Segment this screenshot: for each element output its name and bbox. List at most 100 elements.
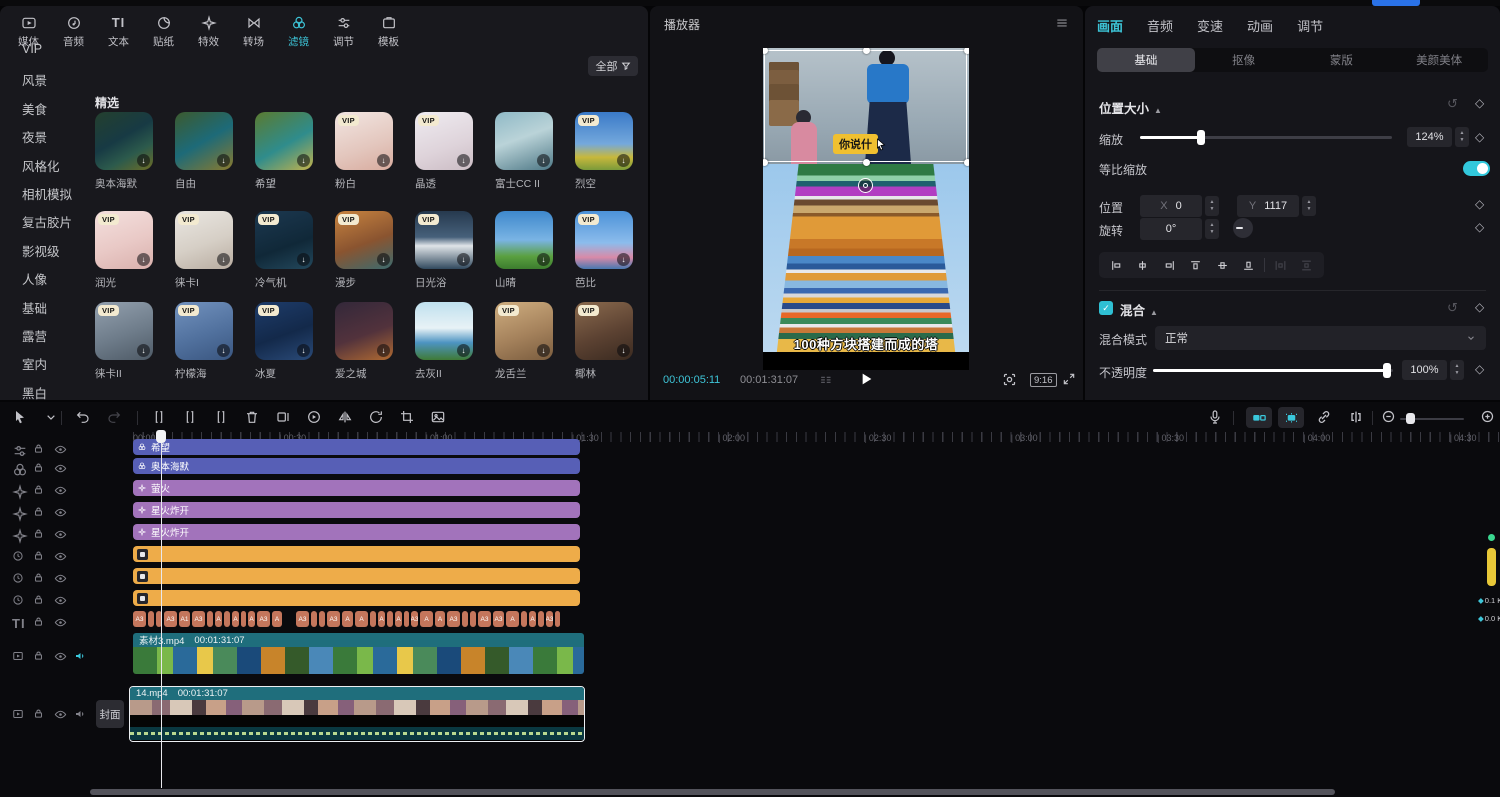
- scale-value[interactable]: 124%: [1407, 127, 1452, 147]
- rotate-tool-icon[interactable]: [368, 409, 384, 425]
- rotate-keyframe-icon[interactable]: ◇: [1475, 220, 1484, 234]
- cursor-tool-icon[interactable]: [12, 409, 28, 425]
- split-tool-icon[interactable]: [213, 409, 229, 425]
- opacity-keyframe-icon[interactable]: ◇: [1475, 362, 1484, 376]
- align-left-icon[interactable]: [1103, 259, 1130, 272]
- selection-handle[interactable]: [964, 159, 969, 166]
- timeline-zoom-knob[interactable]: [1406, 413, 1415, 424]
- track-8-lock-icon[interactable]: [33, 594, 44, 605]
- tab-3[interactable]: 变速: [1197, 16, 1223, 35]
- scale-keyframe-icon[interactable]: ◇: [1475, 130, 1484, 144]
- matting-tool-icon[interactable]: [430, 409, 446, 425]
- text-clip-chip[interactable]: A3: [493, 611, 504, 627]
- split-tool-icon[interactable]: [182, 409, 198, 425]
- blend-mode-dropdown[interactable]: 正常: [1155, 326, 1486, 350]
- text-clip-chip[interactable]: A3: [327, 611, 340, 627]
- text-clip-chip[interactable]: [370, 611, 376, 627]
- align-top-icon[interactable]: [1183, 259, 1210, 272]
- selection-handle[interactable]: [863, 159, 870, 166]
- aspect-ratio-button[interactable]: 9:16: [1030, 373, 1057, 387]
- track-11-speaker-icon[interactable]: [74, 708, 86, 720]
- cover-button[interactable]: 封面: [96, 700, 124, 728]
- text-clip-chip[interactable]: [462, 611, 468, 627]
- track-5-eye-icon[interactable]: [54, 528, 67, 541]
- tab-2[interactable]: 音频: [1147, 16, 1173, 35]
- text-clip-chip[interactable]: A: [355, 611, 368, 627]
- blend-checkbox[interactable]: ✓: [1099, 301, 1113, 315]
- text-clip-chip[interactable]: [555, 611, 560, 627]
- category-4[interactable]: 夜景: [22, 127, 47, 146]
- playhead-line[interactable]: [161, 430, 162, 788]
- trash-tool-icon[interactable]: [244, 409, 260, 425]
- blend-reset-icon[interactable]: ↺: [1447, 300, 1458, 316]
- scale-stepper[interactable]: ▲▼: [1455, 127, 1469, 147]
- position-size-header[interactable]: 位置大小▲: [1099, 98, 1162, 118]
- subtab-2[interactable]: 抠像: [1195, 48, 1293, 72]
- freeze-tool-icon[interactable]: [275, 409, 291, 425]
- category-5[interactable]: 风格化: [22, 156, 60, 175]
- track-11-eye-icon[interactable]: [54, 708, 67, 721]
- text-clip-chip[interactable]: A3: [296, 611, 309, 627]
- text-clip-chip[interactable]: A: [272, 611, 282, 627]
- filter-card[interactable]: VIP↓晶透: [415, 112, 485, 191]
- filter-card[interactable]: ↓希望: [255, 112, 325, 191]
- subtab-3[interactable]: 蒙版: [1293, 48, 1391, 72]
- filter-card[interactable]: VIP↓冷气机: [255, 211, 325, 290]
- text-clip-chip[interactable]: A3: [192, 611, 205, 627]
- text-clip-chip[interactable]: [224, 611, 230, 627]
- selection-handle[interactable]: [863, 48, 870, 54]
- text-clip-chip[interactable]: A: [215, 611, 222, 627]
- position-x-field[interactable]: X0: [1140, 195, 1202, 217]
- track-4-lock-icon[interactable]: [33, 506, 44, 517]
- text-clip-chip[interactable]: A3: [478, 611, 491, 627]
- chevdown-tool-icon[interactable]: [43, 409, 59, 425]
- toolbar-item-template[interactable]: 模板: [366, 12, 411, 52]
- track-9-eye-icon[interactable]: [54, 616, 67, 629]
- text-clip-chip[interactable]: [387, 611, 393, 627]
- timeline-bar-奥本海默[interactable]: 奥本海默: [133, 458, 580, 474]
- toolbar-item-transition[interactable]: 转场: [231, 12, 276, 52]
- category-1[interactable]: VIP: [22, 42, 42, 56]
- track-4-eye-icon[interactable]: [54, 506, 67, 519]
- mirror-tool-icon[interactable]: [337, 409, 353, 425]
- timeline-bar-sticker[interactable]: [133, 546, 580, 562]
- link-clips-icon[interactable]: [1316, 409, 1332, 425]
- rotate-stepper[interactable]: ▲▼: [1205, 219, 1219, 239]
- category-13[interactable]: 黑白: [22, 383, 47, 400]
- align-right-icon[interactable]: [1156, 259, 1183, 272]
- category-6[interactable]: 相机模拟: [22, 184, 72, 203]
- track-7-lock-icon[interactable]: [33, 572, 44, 583]
- filter-card[interactable]: ↓山晴: [495, 211, 565, 290]
- tab-4[interactable]: 动画: [1247, 16, 1273, 35]
- timeline-bar-星火炸开[interactable]: 星火炸开: [133, 524, 580, 540]
- filter-card[interactable]: VIP↓柠檬海: [175, 302, 245, 381]
- category-8[interactable]: 影视级: [22, 241, 60, 260]
- play-button[interactable]: [858, 371, 874, 387]
- split-tool-icon[interactable]: [151, 409, 167, 425]
- timeline-bar-萤火[interactable]: 萤火: [133, 480, 580, 496]
- tab-5[interactable]: 调节: [1297, 16, 1323, 35]
- blend-header[interactable]: 混合▲: [1120, 300, 1158, 320]
- fit-focus-icon[interactable]: [1002, 372, 1017, 387]
- text-clip-chip[interactable]: A3: [133, 611, 146, 627]
- text-clip-chip[interactable]: [538, 611, 544, 627]
- text-clip-chip[interactable]: [521, 611, 527, 627]
- undo-tool-icon[interactable]: [75, 409, 91, 425]
- text-clip-chip[interactable]: A: [506, 611, 519, 627]
- text-clip-chip[interactable]: A3: [164, 611, 177, 627]
- crop-tool-icon[interactable]: [399, 409, 415, 425]
- track-6-eye-icon[interactable]: [54, 550, 67, 563]
- fullscreen-icon[interactable]: [1062, 372, 1076, 386]
- text-clip-chip[interactable]: A: [248, 611, 255, 627]
- uniform-scale-toggle[interactable]: [1463, 161, 1490, 176]
- text-clip-chip[interactable]: A: [395, 611, 402, 627]
- track-6-lock-icon[interactable]: [33, 550, 44, 561]
- zoom-in-icon[interactable]: [1480, 409, 1495, 424]
- toolbar-item-adjust[interactable]: 调节: [321, 12, 366, 52]
- filter-card[interactable]: VIP↓漫步: [335, 211, 405, 290]
- text-clip-chip[interactable]: A: [420, 611, 433, 627]
- filter-card[interactable]: VIP↓冰夏: [255, 302, 325, 381]
- timeline-bar-星火炸开[interactable]: 星火炸开: [133, 502, 580, 518]
- reverse-tool-icon[interactable]: [306, 409, 322, 425]
- filter-card[interactable]: ↓爱之城: [335, 302, 405, 381]
